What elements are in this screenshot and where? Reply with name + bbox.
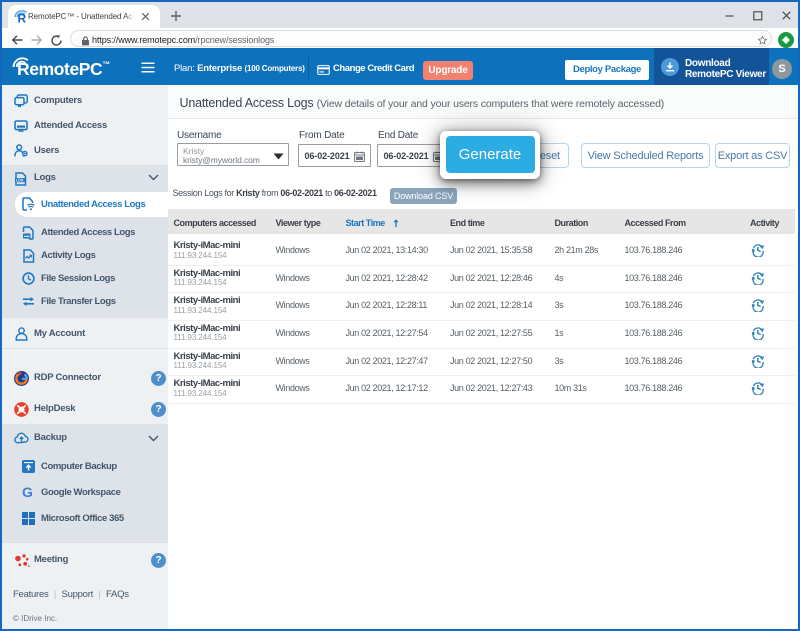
svg-text:R: R [18, 12, 27, 26]
svg-text:LOG: LOG [16, 179, 24, 183]
svg-text:G: G [22, 485, 33, 499]
